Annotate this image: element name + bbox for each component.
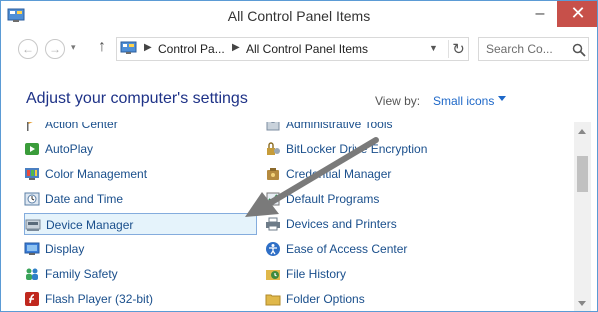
item-label: Default Programs — [286, 192, 380, 206]
view-by-dropdown[interactable]: Small icons — [433, 94, 494, 108]
item-label: Credential Manager — [286, 167, 392, 181]
item-flash-player[interactable]: Flash Player (32-bit) — [24, 288, 254, 310]
scroll-down-icon[interactable] — [578, 301, 586, 306]
close-button[interactable]: ✕ — [557, 1, 597, 27]
navigation-bar: ← → ▾ ↑ ▶ Control Pa... ▶ All Control Pa… — [1, 34, 597, 64]
color-management-icon — [25, 168, 39, 180]
title-bar: All Control Panel Items – ✕ — [1, 1, 597, 31]
item-date-and-time[interactable]: Date and Time — [24, 188, 254, 210]
refresh-icon[interactable]: ↻ — [448, 40, 468, 58]
display-icon — [24, 242, 40, 255]
breadcrumb-control-panel[interactable]: Control Pa... — [158, 42, 225, 56]
bitlocker-icon — [267, 142, 280, 155]
family-safety-icon — [26, 268, 38, 280]
item-label: Family Safety — [45, 267, 118, 281]
forward-arrow-icon[interactable]: → — [45, 39, 65, 59]
item-family-safety[interactable]: Family Safety — [24, 263, 254, 285]
control-panel-icon — [120, 41, 137, 54]
page-heading: Adjust your computer's settings — [26, 90, 248, 107]
folder-icon — [265, 294, 281, 306]
item-administrative-tools[interactable]: Administrative Tools — [265, 122, 525, 135]
item-bitlocker[interactable]: BitLocker Drive Encryption — [265, 138, 525, 160]
search-placeholder[interactable]: Search Co... — [486, 42, 553, 56]
item-autoplay[interactable]: AutoPlay — [24, 138, 254, 160]
control-panel-window: All Control Panel Items – ✕ ← → ▾ ↑ ▶ Co… — [0, 0, 598, 312]
address-dropdown-icon[interactable]: ▼ — [429, 43, 438, 53]
item-action-center[interactable]: Action Center — [24, 122, 254, 135]
recent-locations-chevron-icon[interactable]: ▾ — [71, 42, 76, 53]
back-arrow-icon[interactable]: ← — [18, 39, 38, 59]
control-panel-item-list: Action Center AutoPlay Color Management … — [1, 122, 575, 311]
item-file-history[interactable]: File History — [265, 263, 525, 285]
item-label: Action Center — [45, 122, 118, 131]
item-display[interactable]: Display — [24, 238, 254, 260]
item-label: Devices and Printers — [286, 217, 397, 231]
item-credential-manager[interactable]: Credential Manager — [265, 163, 525, 185]
content-area: Adjust your computer's settings View by:… — [1, 67, 597, 311]
vertical-scrollbar[interactable] — [574, 122, 591, 311]
minimize-button[interactable]: – — [527, 1, 553, 27]
item-label: Date and Time — [45, 192, 124, 206]
file-history-icon — [266, 270, 280, 280]
flash-icon — [25, 292, 39, 306]
up-arrow-icon[interactable]: ↑ — [98, 38, 106, 56]
item-label: Folder Options — [286, 292, 365, 306]
item-ease-of-access[interactable]: Ease of Access Center — [265, 238, 525, 260]
item-label: AutoPlay — [45, 142, 94, 156]
item-label: BitLocker Drive Encryption — [286, 142, 428, 156]
item-device-manager[interactable]: Device Manager — [24, 213, 257, 235]
address-bar[interactable]: ▶ Control Pa... ▶ All Control Panel Item… — [116, 37, 469, 61]
scroll-up-icon[interactable] — [578, 129, 586, 134]
view-by-caret-icon[interactable] — [498, 96, 506, 101]
default-programs-icon — [266, 192, 280, 206]
clock-icon — [24, 192, 40, 206]
search-box[interactable]: Search Co... — [478, 37, 589, 61]
item-label: Administrative Tools — [286, 122, 393, 131]
ease-of-access-icon — [266, 242, 280, 256]
credential-icon — [267, 168, 279, 180]
view-by-label: View by: — [375, 94, 421, 108]
item-color-management[interactable]: Color Management — [24, 163, 254, 185]
item-devices-and-printers[interactable]: Devices and Printers — [265, 213, 525, 235]
search-icon[interactable] — [572, 43, 586, 57]
item-folder-options[interactable]: Folder Options — [265, 288, 525, 310]
breadcrumb-all-items[interactable]: All Control Panel Items — [246, 42, 368, 56]
scrollbar-thumb[interactable] — [577, 156, 588, 192]
item-default-programs[interactable]: Default Programs — [265, 188, 525, 210]
item-label: Ease of Access Center — [286, 242, 408, 256]
device-manager-icon — [25, 219, 41, 231]
admin-tools-icon — [266, 122, 280, 131]
item-label: Color Management — [45, 167, 148, 181]
item-label: File History — [286, 267, 347, 281]
autoplay-icon — [25, 143, 39, 155]
item-label: Device Manager — [46, 218, 134, 232]
item-label: Flash Player (32-bit) — [45, 292, 154, 306]
breadcrumb-separator-icon[interactable]: ▶ — [232, 42, 240, 53]
flag-icon — [27, 122, 33, 131]
item-label: Display — [45, 242, 85, 256]
window-title: All Control Panel Items — [227, 8, 371, 24]
breadcrumb-separator-icon[interactable]: ▶ — [144, 42, 152, 53]
printer-icon — [266, 217, 280, 231]
